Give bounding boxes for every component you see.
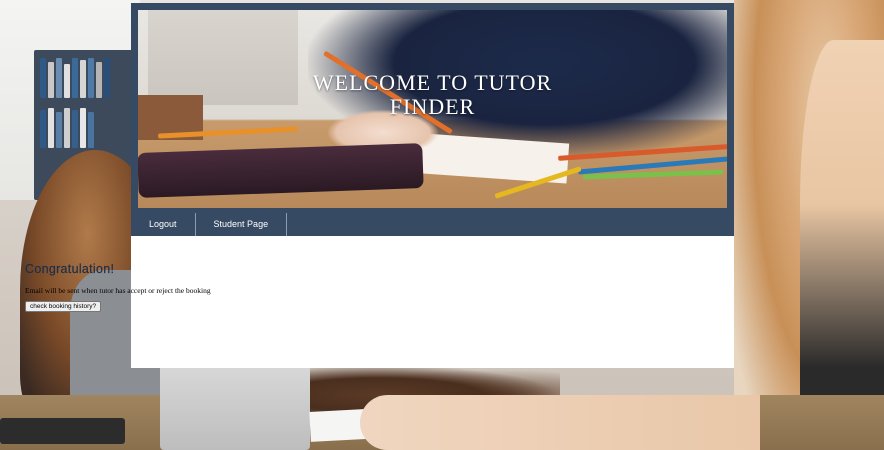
background-tablet xyxy=(0,418,125,444)
nav-student-page[interactable]: Student Page xyxy=(196,213,288,236)
main-nav: Logout Student Page xyxy=(131,213,734,236)
check-booking-history-button[interactable]: check booking history? xyxy=(25,301,102,312)
background-student-far-right xyxy=(800,40,884,450)
main-content: Congratulation! Email will be sent when … xyxy=(25,262,211,313)
banner-photo-pencil-case xyxy=(138,143,424,198)
nav-logout[interactable]: Logout xyxy=(131,213,196,236)
booking-message: Email will be sent when tutor has accept… xyxy=(25,286,211,295)
page-container: WELCOME TO TUTOR FINDER Logout Student P… xyxy=(131,3,734,368)
page-heading: Congratulation! xyxy=(25,262,115,276)
background-laptop xyxy=(160,365,310,450)
background-arm xyxy=(360,395,760,450)
site-title: WELCOME TO TUTOR FINDER xyxy=(312,70,553,119)
header-banner: WELCOME TO TUTOR FINDER xyxy=(131,3,734,213)
